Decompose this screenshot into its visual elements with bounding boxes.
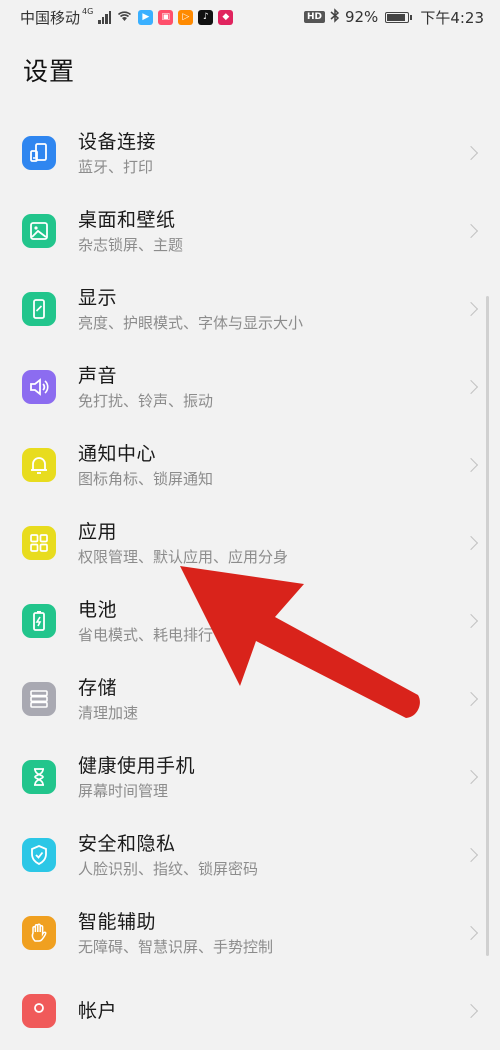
settings-item-battery[interactable]: 电池省电模式、耗电排行 xyxy=(0,582,500,660)
settings-item-wallpaper[interactable]: 桌面和壁纸杂志锁屏、主题 xyxy=(0,192,500,270)
settings-item-title: 电池 xyxy=(78,598,118,621)
chevron-right-icon xyxy=(463,457,479,473)
storage-icon xyxy=(22,682,56,716)
settings-item-title: 智能辅助 xyxy=(78,910,157,933)
settings-item-text: 显示亮度、护眼模式、字体与显示大小 xyxy=(78,285,303,334)
chevron-right-icon xyxy=(463,379,479,395)
settings-item-bell[interactable]: 通知中心图标角标、锁屏通知 xyxy=(0,426,500,504)
settings-item-subtitle: 人脸识别、指纹、锁屏密码 xyxy=(78,859,259,878)
settings-item-title: 设备连接 xyxy=(78,130,157,153)
settings-item-text: 应用权限管理、默认应用、应用分身 xyxy=(78,519,288,568)
bluetooth-icon xyxy=(330,7,340,27)
chevron-right-icon xyxy=(463,1003,479,1019)
settings-item-title: 通知中心 xyxy=(78,442,157,465)
settings-item-text: 帐户 xyxy=(78,998,117,1024)
settings-item-text: 电池省电模式、耗电排行 xyxy=(78,597,213,646)
play-store-icon: ▶ xyxy=(138,9,154,25)
chevron-right-icon xyxy=(463,535,479,551)
chevron-right-icon xyxy=(463,223,479,239)
battery-percent: 92% xyxy=(344,8,379,26)
network-type: 4G xyxy=(82,6,94,16)
app-notification-icon: ▣ xyxy=(158,9,174,25)
account-icon xyxy=(22,994,56,1028)
settings-item-hand[interactable]: 智能辅助无障碍、智慧识屏、手势控制 xyxy=(0,894,500,972)
settings-item-title: 声音 xyxy=(78,364,118,387)
settings-item-subtitle: 杂志锁屏、主题 xyxy=(78,235,184,254)
hd-icon: HD xyxy=(303,11,325,23)
settings-item-display[interactable]: 显示亮度、护眼模式、字体与显示大小 xyxy=(0,270,500,348)
chevron-right-icon xyxy=(463,301,479,317)
settings-item-title: 应用 xyxy=(78,520,118,543)
sound-icon xyxy=(22,370,56,404)
signal-icon xyxy=(98,10,112,24)
settings-item-title: 显示 xyxy=(78,286,118,309)
battery-status-icon xyxy=(385,11,413,23)
chevron-right-icon xyxy=(463,769,479,785)
apps-icon xyxy=(22,526,56,560)
status-bar: 中国移动 4G ▶ ▣ ▷ ♪ ◆ HD 92% 下午4:23 xyxy=(0,0,500,34)
chevron-right-icon xyxy=(463,691,479,707)
settings-item-subtitle: 屏幕时间管理 xyxy=(78,781,169,800)
tiktok-icon: ♪ xyxy=(198,9,214,25)
settings-item-text: 健康使用手机屏幕时间管理 xyxy=(78,753,195,802)
settings-item-subtitle: 蓝牙、打印 xyxy=(78,157,154,176)
chevron-right-icon xyxy=(463,847,479,863)
settings-item-apps[interactable]: 应用权限管理、默认应用、应用分身 xyxy=(0,504,500,582)
settings-item-subtitle: 图标角标、锁屏通知 xyxy=(78,469,214,488)
chevron-right-icon xyxy=(463,613,479,629)
wallpaper-icon xyxy=(22,214,56,248)
settings-item-text: 桌面和壁纸杂志锁屏、主题 xyxy=(78,207,183,256)
settings-item-device-connection[interactable]: 设备连接 蓝牙、打印 xyxy=(0,114,500,192)
settings-item-text: 声音免打扰、铃声、振动 xyxy=(78,363,213,412)
display-icon xyxy=(22,292,56,326)
status-bar-left: 中国移动 4G ▶ ▣ ▷ ♪ ◆ xyxy=(20,6,234,28)
status-bar-right: HD 92% 下午4:23 xyxy=(303,7,484,28)
settings-item-subtitle: 清理加速 xyxy=(78,703,139,722)
chevron-right-icon xyxy=(463,925,479,941)
settings-item-title: 存储 xyxy=(78,676,118,699)
settings-item-subtitle: 权限管理、默认应用、应用分身 xyxy=(78,547,289,566)
settings-item-title: 安全和隐私 xyxy=(78,832,176,855)
settings-item-shield[interactable]: 安全和隐私人脸识别、指纹、锁屏密码 xyxy=(0,816,500,894)
settings-item-text: 设备连接 蓝牙、打印 xyxy=(78,129,156,178)
battery-icon xyxy=(22,604,56,638)
settings-item-subtitle: 无障碍、智慧识屏、手势控制 xyxy=(78,937,274,956)
bell-icon xyxy=(22,448,56,482)
chevron-right-icon xyxy=(463,145,479,161)
settings-item-subtitle: 亮度、护眼模式、字体与显示大小 xyxy=(78,313,304,332)
settings-item-account[interactable]: 帐户 xyxy=(0,972,500,1050)
settings-item-text: 通知中心图标角标、锁屏通知 xyxy=(78,441,213,490)
settings-item-storage[interactable]: 存储 清理加速 xyxy=(0,660,500,738)
settings-item-subtitle: 省电模式、耗电排行 xyxy=(78,625,214,644)
scrollbar[interactable] xyxy=(486,296,489,956)
wifi-icon xyxy=(116,8,133,26)
video-app-icon: ▷ xyxy=(178,9,194,25)
page-title: 设置 xyxy=(23,57,76,86)
shopping-app-icon: ◆ xyxy=(218,9,234,25)
settings-item-text: 存储 清理加速 xyxy=(78,675,138,724)
settings-item-title: 健康使用手机 xyxy=(78,754,196,777)
settings-item-title: 帐户 xyxy=(78,1000,118,1022)
device-connection-icon xyxy=(22,136,56,170)
settings-item-text: 智能辅助无障碍、智慧识屏、手势控制 xyxy=(78,909,273,958)
hand-icon xyxy=(22,916,56,950)
settings-item-sound[interactable]: 声音免打扰、铃声、振动 xyxy=(0,348,500,426)
settings-item-hourglass[interactable]: 健康使用手机屏幕时间管理 xyxy=(0,738,500,816)
settings-list: 设备连接蓝牙、打印桌面和壁纸杂志锁屏、主题显示亮度、护眼模式、字体与显示大小声音… xyxy=(0,114,500,1050)
clock: 下午4:23 xyxy=(420,8,484,27)
shield-icon xyxy=(22,838,56,872)
hourglass-icon xyxy=(22,760,56,794)
settings-item-title: 桌面和壁纸 xyxy=(78,208,176,231)
settings-item-subtitle: 免打扰、铃声、振动 xyxy=(78,391,214,410)
carrier-name: 中国移动 xyxy=(20,8,81,27)
settings-item-text: 安全和隐私人脸识别、指纹、锁屏密码 xyxy=(78,831,258,880)
